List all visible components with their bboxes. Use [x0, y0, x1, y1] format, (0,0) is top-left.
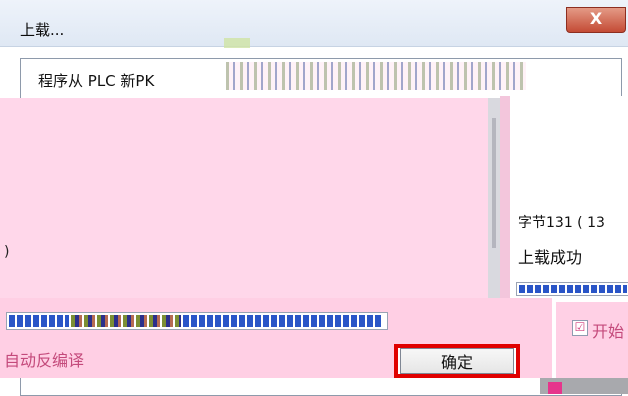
ok-button-highlight[interactable]: 确定 — [394, 344, 520, 378]
splitter-grip[interactable] — [492, 118, 496, 248]
progress-fill — [519, 285, 627, 293]
log-fragment: ) — [4, 244, 10, 260]
start-label: 开始 — [592, 322, 625, 341]
status-panel — [510, 96, 628, 302]
window-title: 上载... — [20, 21, 65, 39]
rendering-artifact — [226, 62, 526, 90]
log-area-edge — [500, 96, 510, 302]
start-checkbox[interactable]: ☑ — [572, 320, 588, 336]
close-button[interactable]: X — [566, 7, 626, 33]
log-area — [0, 98, 488, 298]
progress-bar-right — [516, 282, 628, 296]
auto-decompile-label[interactable]: 自动反编译 — [4, 347, 84, 371]
ok-button[interactable]: 确定 — [400, 348, 514, 374]
bytes-count: 字节131 ( 13 — [518, 215, 605, 231]
title-bar — [0, 0, 628, 47]
progress-fill — [183, 315, 383, 327]
bottom-marker — [548, 382, 562, 394]
progress-fill-artifact — [71, 315, 181, 327]
progress-fill — [9, 315, 69, 327]
upload-success-text: 上载成功 — [518, 248, 583, 267]
close-icon: X — [589, 9, 603, 28]
rendering-artifact — [224, 38, 250, 48]
progress-bar-left — [6, 312, 388, 330]
upload-message: 程序从 PLC 新PK — [38, 72, 155, 90]
